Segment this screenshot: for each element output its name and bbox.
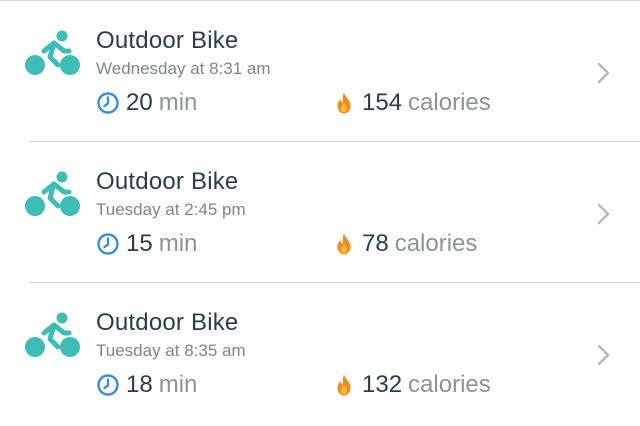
duration-unit: min xyxy=(158,371,198,398)
activity-title: Outdoor Bike xyxy=(96,168,239,195)
activity-time: Tuesday at 8:35 am xyxy=(96,341,246,360)
duration-value: 18 xyxy=(126,371,153,398)
activity-row[interactable]: Outdoor Bike Wednesday at 8:31 am 20 min… xyxy=(0,1,640,142)
bike-icon xyxy=(25,171,80,216)
clock-icon xyxy=(96,91,120,115)
calories-unit: calories xyxy=(408,89,491,116)
calories-stat: 154 calories xyxy=(332,87,491,119)
activity-time: Tuesday at 2:45 pm xyxy=(96,200,246,219)
calories-unit: calories xyxy=(394,230,478,257)
calories-stat: 132 calories xyxy=(332,369,491,401)
clock-icon xyxy=(96,232,120,256)
activity-list: Outdoor Bike Wednesday at 8:31 am 20 min… xyxy=(0,0,640,426)
duration-value: 15 xyxy=(126,230,153,257)
chevron-right-icon[interactable] xyxy=(596,343,612,367)
bike-icon xyxy=(25,30,80,75)
calories-unit: calories xyxy=(408,371,491,398)
duration-stat: 18 min xyxy=(96,369,197,401)
flame-icon xyxy=(332,91,356,115)
calories-value: 78 xyxy=(362,230,389,257)
duration-value: 20 xyxy=(126,89,153,116)
flame-icon xyxy=(332,373,356,397)
activity-title: Outdoor Bike xyxy=(96,27,239,54)
clock-icon xyxy=(96,373,120,397)
calories-value: 154 xyxy=(362,89,403,116)
duration-unit: min xyxy=(158,230,198,257)
duration-unit: min xyxy=(158,89,198,116)
activity-time: Wednesday at 8:31 am xyxy=(96,59,271,78)
activity-row[interactable]: Outdoor Bike Tuesday at 2:45 pm 15 min 7… xyxy=(0,142,640,283)
chevron-right-icon[interactable] xyxy=(596,61,612,85)
activity-row[interactable]: Outdoor Bike Tuesday at 8:35 am 18 min 1… xyxy=(0,283,640,424)
calories-value: 132 xyxy=(362,371,403,398)
calories-stat: 78 calories xyxy=(332,228,477,260)
bike-icon xyxy=(25,312,80,357)
activity-title: Outdoor Bike xyxy=(96,309,239,336)
duration-stat: 15 min xyxy=(96,228,197,260)
flame-icon xyxy=(332,232,356,256)
duration-stat: 20 min xyxy=(96,87,197,119)
chevron-right-icon[interactable] xyxy=(596,202,612,226)
